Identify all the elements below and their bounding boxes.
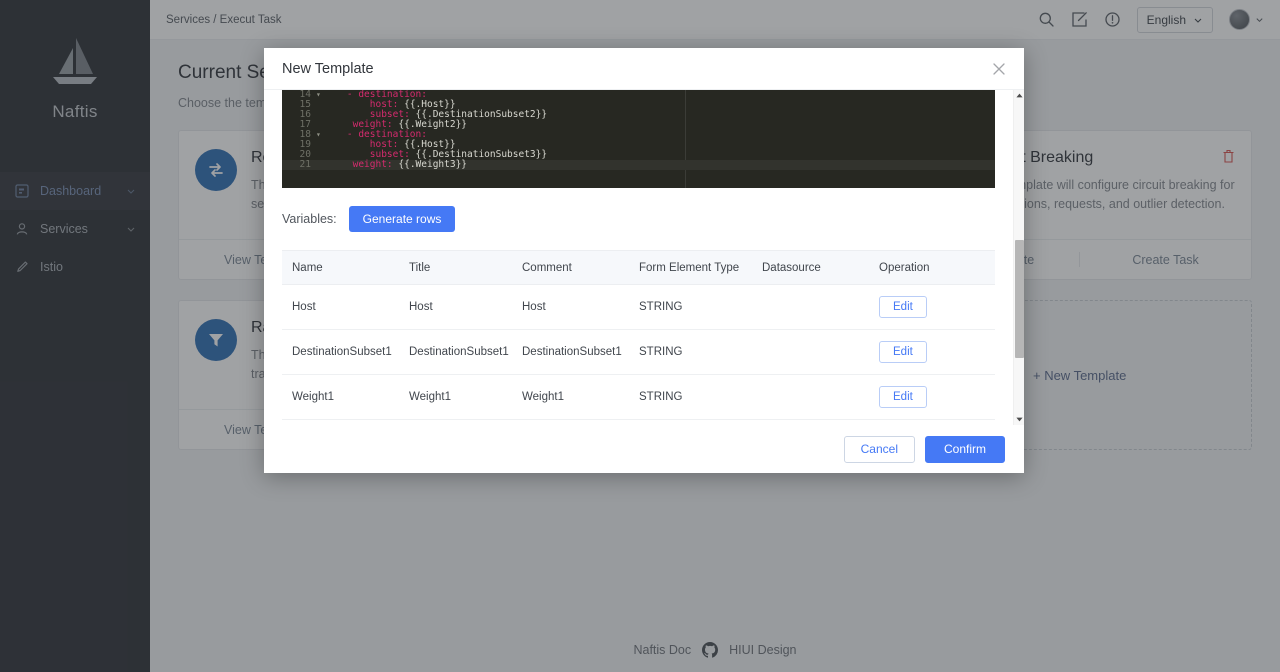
- modal-body: 14 ▾ - destination: 15 host: {{.Host}} 1…: [264, 90, 1024, 425]
- code-value: {{.Weight3}}: [393, 159, 467, 170]
- cell-name: DestinationSubset1: [282, 330, 399, 375]
- cancel-button[interactable]: Cancel: [844, 436, 915, 463]
- line-number: 21: [282, 160, 316, 170]
- variables-label: Variables:: [282, 212, 337, 226]
- scroll-up-arrow-icon[interactable]: [1014, 90, 1024, 101]
- table-header-row: Name Title Comment Form Element Type Dat…: [282, 251, 995, 285]
- fold-marker[interactable]: ▾: [316, 90, 324, 100]
- cell-comment: Host: [512, 285, 629, 330]
- cell-title: DestinationSubset1: [399, 330, 512, 375]
- code-key: weight:: [353, 159, 393, 170]
- cell-form-element-type: STRING: [629, 285, 752, 330]
- cell-title: Host: [399, 285, 512, 330]
- modal-scroll-content: 14 ▾ - destination: 15 host: {{.Host}} 1…: [264, 90, 1013, 425]
- app-root: Naftis Dashboard Services: [0, 0, 1280, 672]
- modal-header: New Template: [264, 48, 1024, 90]
- table-header: Name Title Comment Form Element Type Dat…: [282, 251, 995, 285]
- table-row: DestinationSubset1 DestinationSubset1 De…: [282, 330, 995, 375]
- close-icon[interactable]: [992, 62, 1006, 76]
- column-header-name: Name: [282, 251, 399, 285]
- generate-rows-button[interactable]: Generate rows: [349, 206, 456, 232]
- cell-name: Host: [282, 285, 399, 330]
- cell-form-element-type: STRING: [629, 330, 752, 375]
- cell-operation: Edit: [869, 330, 995, 375]
- cell-datasource: [752, 375, 869, 420]
- modal-scrollbar[interactable]: [1013, 90, 1024, 425]
- code-line-active: 21 weight: {{.Weight3}}: [282, 160, 995, 170]
- column-header-title: Title: [399, 251, 512, 285]
- edit-button[interactable]: Edit: [879, 386, 927, 408]
- new-template-modal: New Template 14 ▾ - destination: 15: [264, 48, 1024, 473]
- cell-comment: DestinationSubset1: [512, 330, 629, 375]
- column-header-operation: Operation: [869, 251, 995, 285]
- variables-table: Name Title Comment Form Element Type Dat…: [282, 250, 995, 425]
- cell-datasource: [752, 330, 869, 375]
- edit-button[interactable]: Edit: [879, 296, 927, 318]
- confirm-button[interactable]: Confirm: [925, 436, 1005, 463]
- cell-form-element-type: STRING: [629, 375, 752, 420]
- code-text: weight: {{.Weight3}}: [324, 160, 467, 170]
- variables-row: Variables: Generate rows: [282, 206, 995, 232]
- scroll-down-arrow-icon[interactable]: [1014, 414, 1024, 425]
- cell-operation: Edit: [869, 285, 995, 330]
- cell-name: Weight1: [282, 375, 399, 420]
- column-header-datasource: Datasource: [752, 251, 869, 285]
- table-row: Host Host Host STRING Edit: [282, 285, 995, 330]
- edit-button[interactable]: Edit: [879, 341, 927, 363]
- cell-comment: Weight1: [512, 375, 629, 420]
- yaml-code-editor[interactable]: 14 ▾ - destination: 15 host: {{.Host}} 1…: [282, 90, 995, 188]
- cell-operation: Edit: [869, 375, 995, 420]
- modal-title: New Template: [282, 61, 374, 77]
- fold-marker[interactable]: ▾: [316, 130, 324, 140]
- table-row: Weight1 Weight1 Weight1 STRING Edit: [282, 375, 995, 420]
- cell-datasource: [752, 285, 869, 330]
- table-body: Host Host Host STRING Edit DestinationSu…: [282, 285, 995, 426]
- scrollbar-thumb[interactable]: [1015, 240, 1024, 358]
- cell-title: Weight1: [399, 375, 512, 420]
- modal-footer: Cancel Confirm: [264, 425, 1024, 473]
- column-header-comment: Comment: [512, 251, 629, 285]
- column-header-form-element-type: Form Element Type: [629, 251, 752, 285]
